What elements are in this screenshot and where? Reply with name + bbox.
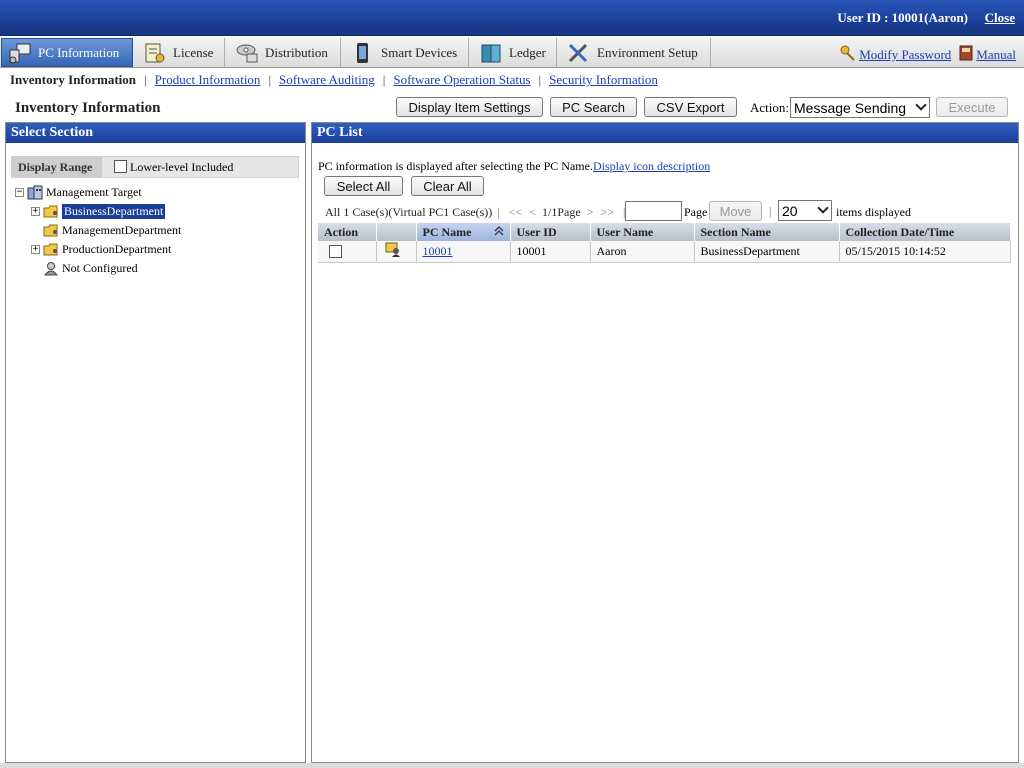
tree-item-production-department[interactable]: + ProductionDepartment [31, 240, 171, 258]
tab-label: PC Information [38, 44, 120, 60]
page-title: Inventory Information [15, 100, 161, 116]
pager: All 1 Case(s)(Virtual PC1 Case(s)) | << … [325, 205, 625, 219]
manual-link[interactable]: Manual [976, 47, 1016, 63]
pc-list-title: PC List [312, 123, 1018, 143]
tree-item-business-department[interactable]: + BusinessDepartment [31, 202, 166, 220]
tools-icon [567, 42, 591, 64]
cell-user-name: Aaron [590, 241, 695, 263]
tab-distribution[interactable]: Distribution [229, 38, 341, 67]
key-icon [840, 45, 856, 65]
page-info: 1/1Page [541, 205, 581, 219]
col-collection-datetime[interactable]: Collection Date/Time [839, 223, 1011, 241]
display-icon-description-link[interactable]: Display icon description [593, 159, 710, 173]
tab-license[interactable]: License [137, 38, 225, 67]
page-label: Page [684, 205, 708, 219]
chevron-down-icon [817, 202, 829, 214]
folder-user-icon [43, 242, 59, 257]
tab-label: Ledger [509, 44, 546, 60]
tab-smart-devices[interactable]: Smart Devices [345, 38, 469, 67]
move-button[interactable]: Move [709, 201, 762, 221]
col-user-name[interactable]: User Name [590, 223, 695, 241]
sort-ascending-icon [494, 225, 504, 241]
tab-pc-information[interactable]: PC Information [1, 38, 133, 67]
pc-list-panel: PC List PC information is displayed afte… [311, 122, 1019, 763]
action-label: Action: [750, 100, 789, 115]
col-user-id[interactable]: User ID [510, 223, 591, 241]
prev-page-link[interactable]: < [529, 205, 536, 219]
subnav-software-auditing[interactable]: Software Auditing [279, 72, 375, 88]
pc-user-icon [385, 241, 401, 261]
chevron-down-icon [915, 99, 927, 111]
ledger-icon [479, 42, 503, 64]
table-header-row: Action PC Name User ID User Name Section… [318, 223, 1011, 241]
sub-navigation: Inventory Information | Product Informat… [0, 69, 1024, 91]
cell-user-id: 10001 [510, 241, 591, 263]
top-bar: User ID : 10001(Aaron) Close [0, 0, 1024, 36]
folder-user-icon [43, 204, 59, 219]
tab-label: Distribution [265, 44, 328, 60]
subnav-security-information[interactable]: Security Information [549, 72, 658, 88]
action-select[interactable]: Message Sending [790, 97, 930, 118]
display-item-settings-button[interactable]: Display Item Settings [396, 97, 543, 117]
subnav-product-information[interactable]: Product Information [155, 72, 261, 88]
folder-user-icon [43, 223, 59, 238]
select-all-button[interactable]: Select All [324, 176, 403, 196]
select-section-panel: Select Section Display Range Lower-level… [5, 122, 306, 763]
lower-level-checkbox[interactable] [114, 160, 127, 173]
close-link[interactable]: Close [985, 10, 1015, 26]
smart-device-icon [351, 42, 375, 64]
csv-export-button[interactable]: CSV Export [644, 97, 737, 117]
display-range-bar: Display Range Lower-level Included [11, 156, 299, 178]
lower-level-label: Lower-level Included [130, 160, 234, 174]
items-per-page-select[interactable]: 20 [778, 200, 832, 221]
page-number-input[interactable] [625, 201, 682, 221]
select-section-title: Select Section [6, 123, 305, 143]
first-page-link[interactable]: << [509, 205, 523, 219]
clear-all-button[interactable]: Clear All [411, 176, 484, 196]
table-row: 10001 10001 Aaron BusinessDepartment 05/… [318, 241, 1011, 263]
items-displayed-label: items displayed [836, 205, 911, 219]
header-right-links: Modify Password Manual [840, 45, 1016, 65]
tab-ledger[interactable]: Ledger [473, 38, 557, 67]
building-icon [27, 185, 43, 200]
subnav-current: Inventory Information [10, 72, 137, 87]
col-pc-name[interactable]: PC Name [416, 223, 511, 241]
col-icon [376, 223, 417, 241]
pc-list-table: Action PC Name User ID User Name Section… [318, 223, 1011, 263]
pc-icon [8, 42, 32, 64]
cell-collection-datetime: 05/15/2015 10:14:52 [839, 241, 1011, 263]
tree-root[interactable]: − Management Target [15, 183, 142, 201]
cell-section-name: BusinessDepartment [694, 241, 840, 263]
toolbar: Inventory Information Display Item Setti… [0, 94, 1024, 120]
tree-item-not-configured[interactable]: Not Configured [43, 259, 138, 277]
main-tabs: PC Information License Distribution Smar… [0, 37, 1024, 68]
user-unknown-icon [43, 261, 59, 276]
collapse-icon[interactable]: − [15, 187, 24, 197]
tab-label: License [173, 44, 214, 60]
execute-button[interactable]: Execute [936, 97, 1008, 117]
last-page-link[interactable]: >> [600, 205, 614, 219]
expand-icon[interactable]: + [31, 244, 40, 254]
license-icon [143, 42, 167, 64]
tab-label: Smart Devices [381, 44, 458, 60]
display-range-label: Display Range [12, 157, 102, 177]
bottom-strip [0, 763, 1024, 768]
col-section-name[interactable]: Section Name [694, 223, 840, 241]
distribution-icon [235, 42, 259, 64]
tab-label: Environment Setup [597, 44, 698, 60]
manual-book-icon [959, 45, 973, 65]
modify-password-link[interactable]: Modify Password [859, 47, 951, 63]
tree-item-management-department[interactable]: ManagementDepartment [43, 221, 181, 239]
tab-environment-setup[interactable]: Environment Setup [561, 38, 711, 67]
info-text: PC information is displayed after select… [318, 159, 711, 173]
subnav-software-operation-status[interactable]: Software Operation Status [393, 72, 530, 88]
user-id-text: User ID : 10001(Aaron) [837, 10, 968, 25]
expand-icon[interactable]: + [31, 206, 40, 216]
pc-search-button[interactable]: PC Search [550, 97, 637, 117]
pc-name-link[interactable]: 10001 [423, 244, 453, 258]
next-page-link[interactable]: > [587, 205, 594, 219]
col-action: Action [318, 223, 377, 241]
record-count: All 1 Case(s)(Virtual PC1 Case(s)) [325, 205, 493, 219]
row-checkbox[interactable] [329, 244, 342, 258]
